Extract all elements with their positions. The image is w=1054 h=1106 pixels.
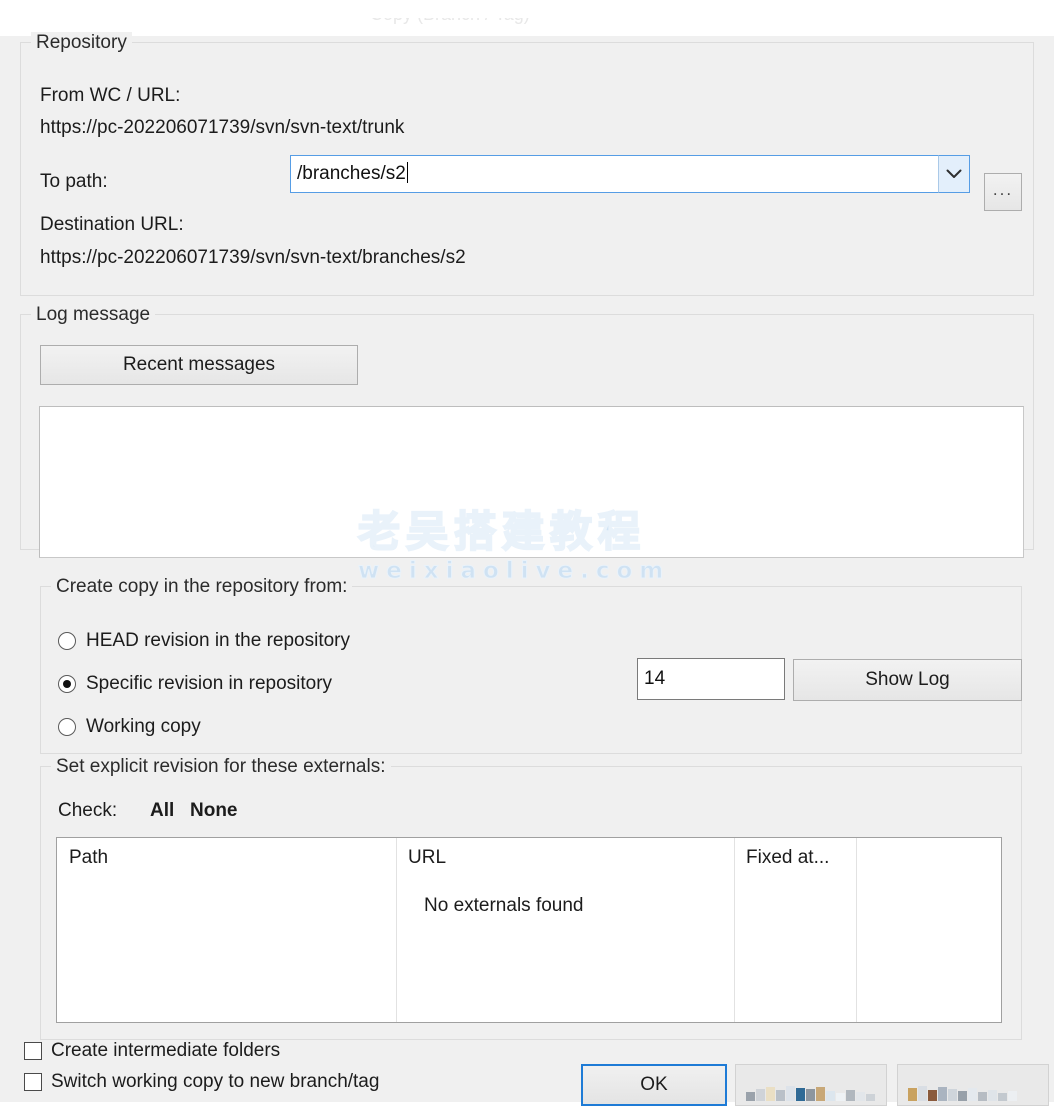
- show-log-button-label: Show Log: [865, 669, 950, 690]
- check-none-link[interactable]: None: [190, 800, 238, 822]
- ok-button[interactable]: OK: [581, 1064, 727, 1106]
- redacted-label-pixels: [908, 1086, 1017, 1101]
- radio-working-copy[interactable]: Working copy: [58, 716, 201, 738]
- checkbox-create-intermediate-folders-label: Create intermediate folders: [51, 1040, 281, 1061]
- title-bar: Copy (Branch / Tag): [0, 18, 1054, 36]
- log-message-group-title: Log message: [31, 304, 156, 326]
- column-header-url[interactable]: URL: [408, 847, 446, 869]
- radio-specific-revision-mark: [58, 675, 76, 693]
- cancel-button[interactable]: [735, 1064, 887, 1106]
- repository-group-title: Repository: [31, 32, 132, 54]
- check-label: Check:: [58, 800, 118, 821]
- column-header-path[interactable]: Path: [69, 847, 108, 869]
- radio-head-revision-label: HEAD revision in the repository: [86, 630, 350, 651]
- externals-table[interactable]: Path URL Fixed at... No externals found: [56, 837, 1002, 1023]
- to-path-dropdown-button[interactable]: [938, 155, 970, 193]
- copy-branch-tag-dialog: Copy (Branch / Tag) Repository From WC /…: [0, 18, 1054, 1106]
- create-copy-group-title: Create copy in the repository from:: [51, 576, 353, 598]
- radio-head-revision[interactable]: HEAD revision in the repository: [58, 630, 350, 652]
- column-header-fixed-at[interactable]: Fixed at...: [746, 847, 829, 869]
- text-caret: [406, 162, 408, 183]
- column-separator[interactable]: [396, 838, 397, 1022]
- chevron-down-icon: [946, 169, 962, 179]
- externals-group-title: Set explicit revision for these external…: [51, 756, 391, 778]
- radio-specific-revision-label: Specific revision in repository: [86, 673, 333, 694]
- show-log-button[interactable]: Show Log: [793, 659, 1022, 701]
- destination-url-value: https://pc-202206071739/svn/svn-text/bra…: [40, 247, 466, 268]
- checkbox-create-intermediate-folders-mark: [24, 1042, 42, 1060]
- checkbox-switch-working-copy-label: Switch working copy to new branch/tag: [51, 1071, 380, 1092]
- radio-specific-revision[interactable]: Specific revision in repository: [58, 673, 332, 695]
- column-separator[interactable]: [734, 838, 735, 1022]
- destination-url-label: Destination URL:: [40, 214, 184, 235]
- revision-number-value: 14: [644, 668, 666, 689]
- browse-path-button[interactable]: ...: [984, 173, 1022, 211]
- checkbox-create-intermediate-folders[interactable]: Create intermediate folders: [24, 1040, 280, 1062]
- column-separator[interactable]: [856, 838, 857, 1022]
- radio-head-revision-mark: [58, 632, 76, 650]
- recent-messages-button[interactable]: Recent messages: [40, 345, 358, 385]
- watermark-sub-text: weixiaolive.com: [357, 558, 671, 585]
- from-wc-url-label: From WC / URL:: [40, 85, 181, 106]
- radio-working-copy-mark: [58, 718, 76, 736]
- window-title: Copy (Branch / Tag): [370, 18, 530, 25]
- log-message-textarea[interactable]: [39, 406, 1024, 558]
- redacted-label-pixels: [746, 1086, 875, 1101]
- to-path-label: To path:: [40, 171, 108, 192]
- checkbox-switch-working-copy[interactable]: Switch working copy to new branch/tag: [24, 1071, 379, 1093]
- radio-working-copy-label: Working copy: [86, 716, 201, 737]
- check-all-link[interactable]: All: [150, 800, 174, 822]
- recent-messages-button-label: Recent messages: [122, 354, 276, 375]
- revision-number-input[interactable]: 14: [637, 658, 785, 700]
- help-button[interactable]: [897, 1064, 1049, 1106]
- to-path-input-value: /branches/s2: [297, 163, 406, 184]
- to-path-input[interactable]: /branches/s2: [290, 155, 970, 193]
- from-wc-url-value: https://pc-202206071739/svn/svn-text/tru…: [40, 117, 405, 138]
- externals-empty-message: No externals found: [424, 895, 584, 916]
- ok-button-label: OK: [640, 1074, 668, 1095]
- checkbox-switch-working-copy-mark: [24, 1073, 42, 1091]
- browse-path-button-label: ...: [992, 179, 1014, 199]
